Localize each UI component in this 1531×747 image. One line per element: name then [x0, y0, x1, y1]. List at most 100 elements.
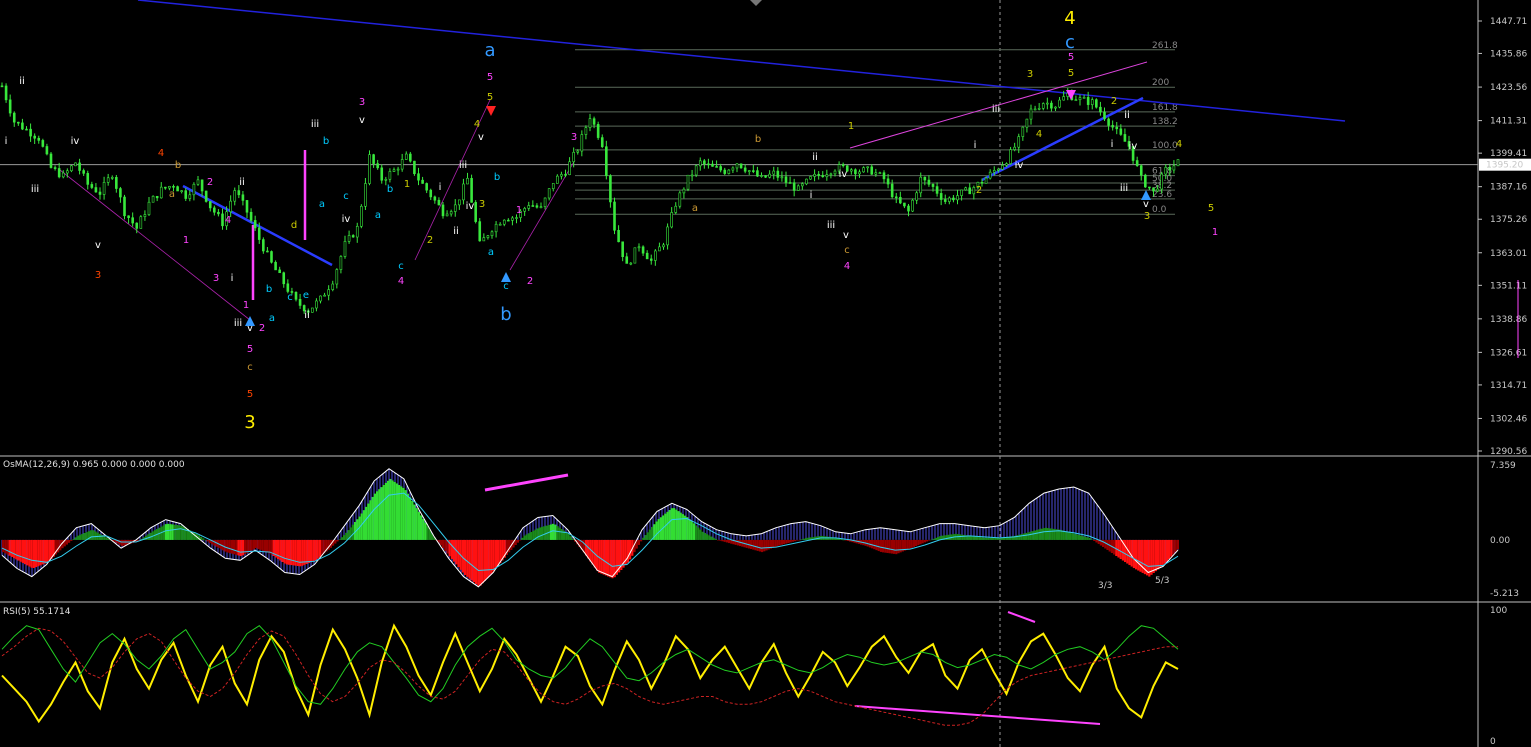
osma-bar — [750, 539, 753, 550]
candle-body — [233, 190, 237, 202]
candle-body — [633, 247, 637, 264]
candle-body — [698, 160, 702, 167]
candle-body — [1009, 149, 1012, 164]
candle-body — [384, 178, 388, 181]
candle-body — [911, 199, 914, 212]
candle-body — [919, 176, 923, 194]
osma-bar — [239, 539, 242, 557]
osma-bar — [46, 539, 49, 563]
down-arrow-icon — [486, 106, 496, 116]
osma-bar — [607, 539, 610, 577]
candle-body — [351, 235, 355, 238]
candle-body — [57, 168, 61, 178]
osma-bar — [888, 539, 891, 554]
candle-body — [515, 217, 518, 219]
wave-label: iv — [342, 214, 351, 225]
rsi-tick-label: 100 — [1490, 606, 1507, 616]
osma-bar — [37, 539, 40, 567]
osma-bar — [21, 539, 24, 563]
candle-body — [245, 200, 249, 213]
osma-bar — [521, 537, 524, 540]
osma-bar — [290, 539, 293, 566]
wave-label: 3 — [359, 97, 365, 108]
candle-body — [539, 206, 543, 209]
candle-body — [445, 213, 449, 217]
candle-body — [829, 173, 833, 176]
osma-bar — [910, 539, 913, 548]
osma-bar — [464, 539, 467, 575]
candle-body — [131, 217, 134, 224]
candle-body — [568, 161, 571, 175]
osma-bar — [761, 539, 764, 553]
osma-bar — [409, 497, 412, 540]
osma-bar — [912, 539, 915, 547]
candle-body — [686, 174, 690, 190]
candle-body — [29, 128, 32, 137]
candle-body — [764, 175, 767, 178]
candle-body — [404, 153, 408, 160]
candle-body — [560, 174, 563, 177]
candle-body — [98, 191, 102, 195]
osma-bar — [992, 537, 995, 540]
candle-body — [625, 256, 629, 264]
candle-body — [78, 162, 81, 171]
candle-body — [609, 175, 612, 203]
osma-bar — [1062, 530, 1065, 540]
candle-body — [1046, 102, 1049, 105]
osma-bar — [235, 539, 238, 555]
wave-label: 4 — [1036, 129, 1042, 140]
price-tick-label: 1387.16 — [1490, 183, 1527, 193]
osma-bar — [776, 539, 779, 546]
fibonacci-levels: 261.8200161.8138.2100.061.850.038.223.60… — [575, 41, 1178, 215]
wave-label: iv — [71, 136, 80, 147]
osma-bar — [794, 539, 797, 542]
candle-body — [939, 193, 943, 200]
long-downtrend-line — [137, 0, 1346, 122]
osma-bar — [890, 539, 893, 554]
candle-body — [931, 184, 935, 187]
candle-body — [943, 199, 947, 202]
osma-bar — [226, 539, 229, 553]
osma-bar — [321, 539, 324, 556]
candle-body — [952, 197, 955, 201]
wave-label: 4 — [1176, 139, 1182, 150]
candle-body — [605, 146, 608, 176]
candle-body — [82, 170, 85, 174]
wave-label: i — [810, 190, 813, 201]
candle-body — [882, 172, 886, 180]
wave-label: c — [844, 245, 850, 256]
candle-body — [903, 202, 906, 207]
osma-bar — [604, 539, 607, 576]
osma-bar — [1029, 531, 1032, 540]
candle-body — [690, 174, 694, 177]
osma-bar — [897, 539, 900, 554]
candle-body — [870, 166, 874, 175]
osma-bar — [983, 537, 986, 540]
fib-level-label: 100.0 — [1152, 141, 1178, 151]
osma-bar — [1150, 539, 1153, 575]
candle-body — [817, 173, 820, 176]
osma-bar — [1022, 533, 1025, 540]
candle-body — [221, 213, 224, 227]
osma-bar — [402, 487, 405, 540]
osma-bar — [384, 482, 387, 540]
candle-body — [858, 171, 861, 175]
osma-bar — [68, 539, 71, 543]
candle-body — [1062, 96, 1065, 101]
osma-bar — [180, 525, 183, 540]
osma-bar — [1154, 539, 1157, 572]
osma-bar — [305, 539, 308, 564]
candle-body — [372, 154, 375, 164]
wave-label: ii — [19, 76, 25, 87]
candle-body — [474, 202, 477, 222]
candle-body — [1139, 165, 1143, 176]
osma-bar — [1020, 534, 1023, 540]
osma-bar — [477, 539, 480, 586]
candle-body — [735, 163, 739, 169]
candle-body — [694, 165, 698, 176]
osma-bar — [879, 539, 882, 552]
osma-bar — [688, 519, 691, 540]
candle-body — [788, 182, 792, 184]
price-tick-label: 1302.46 — [1490, 414, 1527, 424]
osma-bar — [844, 539, 847, 541]
